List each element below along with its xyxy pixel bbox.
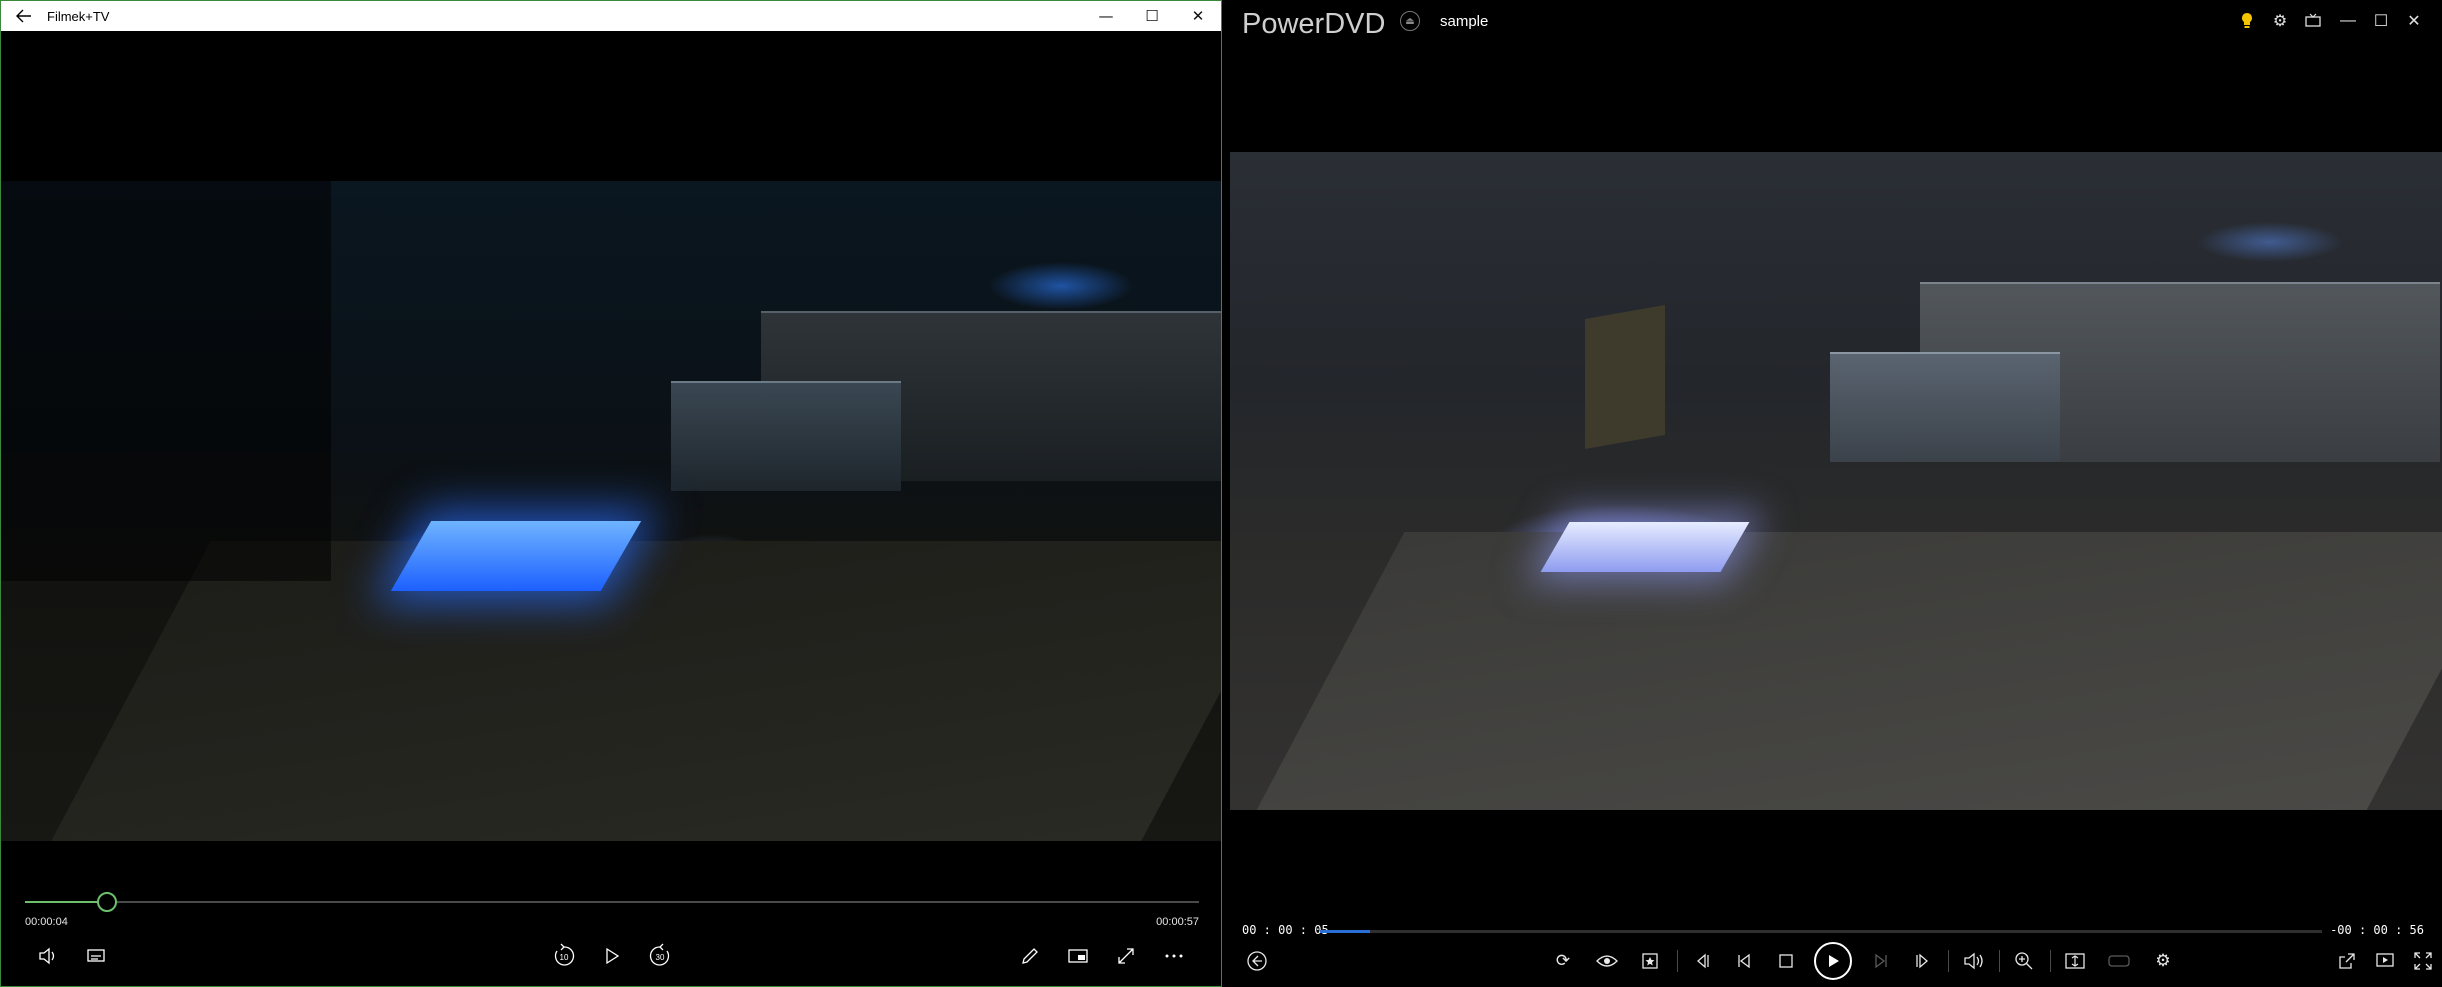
eject-icon[interactable]: ⏏: [1400, 11, 1420, 31]
back-icon[interactable]: [1240, 944, 1274, 978]
skip-back-10-button[interactable]: 10: [547, 941, 581, 971]
skip-forward-label: 30: [656, 953, 665, 962]
machine-panel: [671, 381, 901, 491]
close-button[interactable]: ✕: [1175, 1, 1221, 31]
elapsed-time: 00 : 00 : 05: [1242, 923, 1329, 937]
glowing-screen: [390, 521, 642, 591]
volume-icon[interactable]: [1957, 944, 1991, 978]
window-title: Filmek+TV: [47, 8, 110, 24]
stop-icon[interactable]: [1769, 944, 1803, 978]
settings-icon[interactable]: ⚙: [2265, 8, 2295, 34]
fullscreen-icon[interactable]: [2406, 944, 2440, 978]
skip-back-label: 10: [560, 953, 569, 962]
total-duration: 00:00:57: [1156, 916, 1199, 928]
back-arrow-icon[interactable]: [1, 1, 47, 31]
title-bar: Filmek+TV — ☐ ✕: [1, 1, 1221, 31]
next-frame-icon[interactable]: [1906, 944, 1940, 978]
aspect-icon[interactable]: [2058, 944, 2092, 978]
seek-thumb[interactable]: [97, 892, 117, 912]
zoom-icon[interactable]: [2007, 944, 2041, 978]
subtitles-icon[interactable]: [79, 941, 113, 971]
wall-shadow: [1, 181, 331, 581]
bookmark-icon[interactable]: [1633, 944, 1667, 978]
seek-progress: [25, 901, 107, 903]
tv-mode-icon[interactable]: [2298, 8, 2328, 34]
control-separator: [1677, 950, 1678, 972]
close-icon[interactable]: ✕: [2399, 8, 2429, 34]
app-name: PowerDVD: [1242, 8, 1386, 40]
seek-progress: [1320, 930, 1370, 933]
cabinet-surface: [51, 541, 1221, 841]
file-name: sample: [1440, 13, 1489, 30]
elapsed-time: 00:00:04: [25, 916, 68, 928]
control-separator: [1948, 950, 1949, 972]
popout-icon[interactable]: [2330, 944, 2364, 978]
settings-icon[interactable]: ⚙: [2146, 944, 2180, 978]
play-icon[interactable]: [595, 941, 629, 971]
mini-view-icon[interactable]: [1061, 941, 1095, 971]
mini-player-icon[interactable]: [2368, 944, 2402, 978]
eye-icon[interactable]: [1590, 944, 1624, 978]
repeat-icon[interactable]: ⟳: [1546, 944, 1580, 978]
control-separator: [2050, 950, 2051, 972]
more-icon[interactable]: [1157, 941, 1191, 971]
cabinet-surface: [1255, 532, 2442, 810]
glowing-screen: [1540, 522, 1750, 572]
volume-icon[interactable]: [31, 941, 65, 971]
prev-chapter-icon[interactable]: [1727, 944, 1761, 978]
powerdvd-window: PowerDVD ⏏ sample ⚙ — ☐ ✕ 00 : 00 : 05 -…: [1224, 0, 2442, 987]
vr-icon[interactable]: [2102, 944, 2136, 978]
minimize-button[interactable]: —: [1083, 1, 1129, 31]
next-chapter-icon[interactable]: [1864, 944, 1898, 978]
prev-frame-icon[interactable]: [1685, 944, 1719, 978]
lightbulb-icon[interactable]: [2232, 8, 2262, 34]
wall-poster: [1585, 304, 1665, 450]
play-icon[interactable]: [1814, 942, 1852, 980]
remaining-time: -00 : 00 : 56: [2330, 923, 2424, 937]
maximize-button[interactable]: ☐: [1129, 1, 1175, 31]
pencil-icon[interactable]: [1013, 941, 1047, 971]
seek-track[interactable]: [1320, 930, 2322, 933]
video-frame[interactable]: [1, 181, 1221, 841]
skip-forward-30-button[interactable]: 30: [643, 941, 677, 971]
maximize-icon[interactable]: ☐: [2366, 8, 2396, 34]
minimize-icon[interactable]: —: [2333, 8, 2363, 34]
fullscreen-icon[interactable]: [1109, 941, 1143, 971]
control-separator: [1999, 950, 2000, 972]
machine-panel: [1830, 352, 2060, 462]
video-frame[interactable]: [1230, 152, 2442, 810]
filmek-tv-window: Filmek+TV — ☐ ✕ 00:00:04 00:00:57 10 30: [0, 0, 1222, 987]
seek-track[interactable]: [25, 901, 1199, 903]
